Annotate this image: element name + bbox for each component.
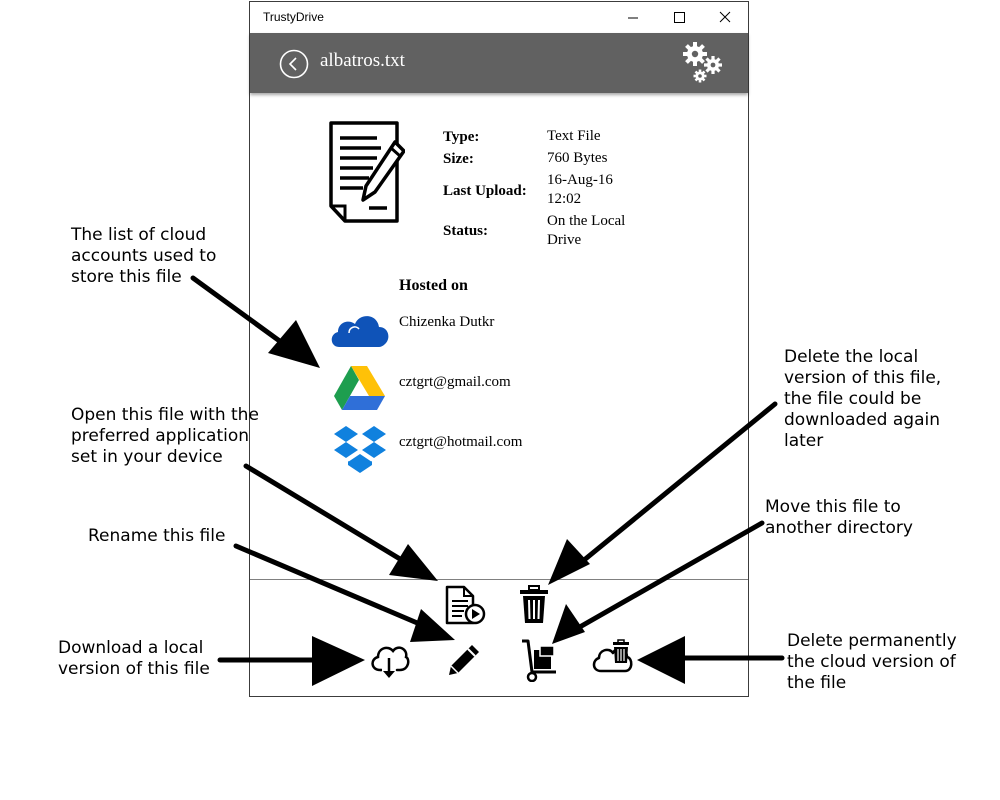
arrow-rename xyxy=(233,543,455,642)
arrow-move xyxy=(552,520,765,644)
arrow-delete-local xyxy=(548,401,778,585)
annotation-arrows xyxy=(190,275,785,686)
arrow-delete-cloud xyxy=(637,636,785,684)
arrow-cloud-accounts xyxy=(190,275,320,368)
arrow-download xyxy=(217,636,365,686)
